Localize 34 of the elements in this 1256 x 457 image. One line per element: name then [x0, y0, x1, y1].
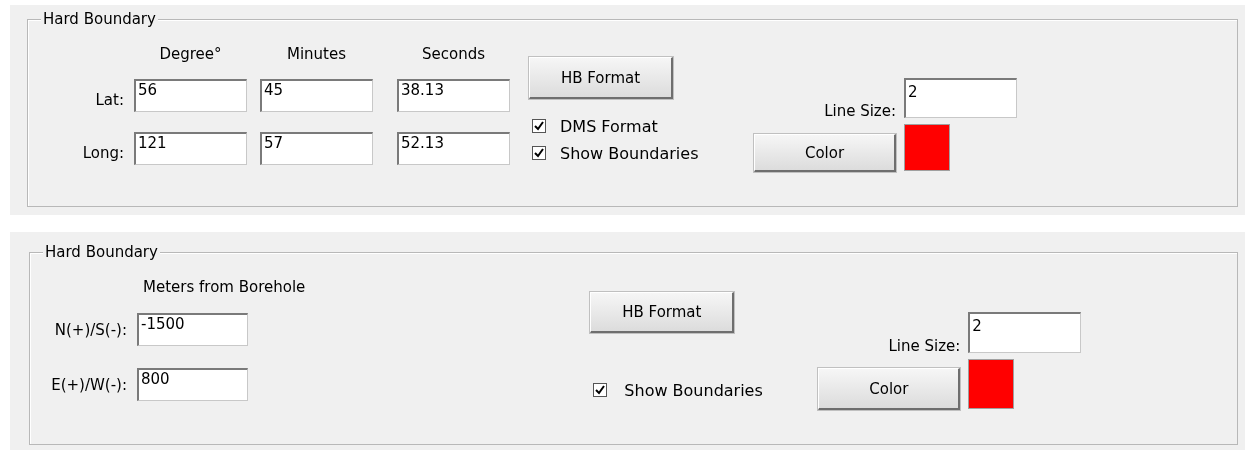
column-header: Degree°: [158, 46, 223, 62]
checkbox-label: Show Boundaries: [624, 380, 763, 400]
field-label: E(+)/W(-):: [50, 375, 128, 394]
color-swatch[interactable]: [968, 359, 1015, 409]
field-label: Lat:: [94, 90, 125, 109]
checkbox-label: DMS Format: [560, 116, 658, 136]
column-header: Meters from Borehole: [142, 279, 306, 295]
field-label: Line Size:: [887, 337, 962, 355]
format-button[interactable]: HB Format: [590, 292, 735, 333]
checkbox[interactable]: [532, 119, 546, 133]
color-button[interactable]: Color: [754, 134, 896, 172]
input-field[interactable]: 56: [134, 78, 247, 112]
input-field[interactable]: 45: [260, 78, 373, 112]
checkbox[interactable]: [593, 383, 608, 397]
group-title: Hard Boundary: [41, 10, 158, 28]
input-field[interactable]: 2: [968, 312, 1082, 353]
field-label: Line Size:: [823, 102, 897, 120]
checkbox[interactable]: [532, 146, 546, 160]
field-label: Long:: [81, 143, 125, 162]
input-field[interactable]: 800: [137, 368, 248, 401]
group-title: Hard Boundary: [43, 243, 160, 261]
input-field[interactable]: 2: [904, 78, 1017, 118]
format-button[interactable]: HB Format: [529, 57, 673, 99]
input-field[interactable]: -1500: [137, 313, 248, 346]
column-header: Seconds: [421, 46, 486, 62]
color-swatch[interactable]: [904, 124, 950, 171]
input-field[interactable]: 52.13: [397, 131, 510, 165]
color-button[interactable]: Color: [818, 368, 961, 410]
column-header: Minutes: [285, 46, 348, 62]
input-field[interactable]: 121: [134, 131, 247, 165]
input-field[interactable]: 57: [260, 131, 373, 165]
field-label: N(+)/S(-):: [53, 320, 128, 339]
input-field[interactable]: 38.13: [397, 78, 510, 112]
checkbox-label: Show Boundaries: [560, 143, 699, 163]
